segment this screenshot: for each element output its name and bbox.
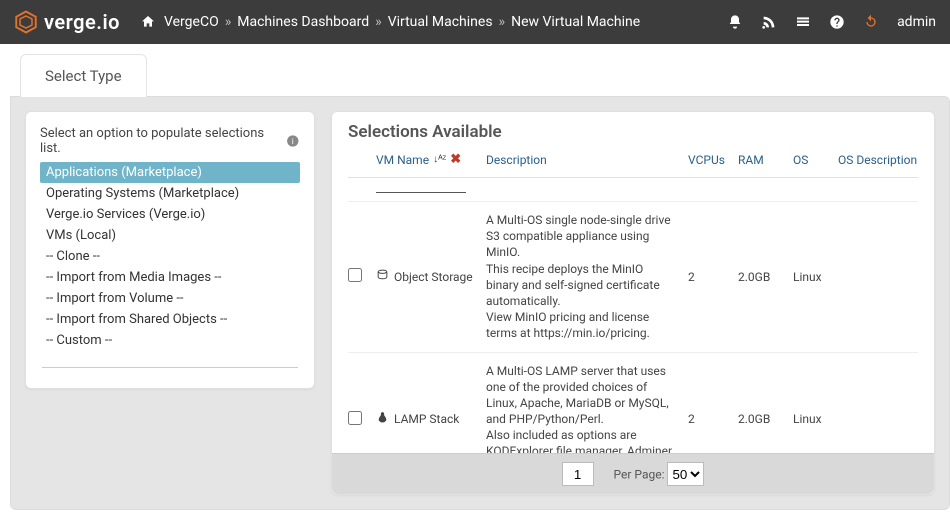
row-os: Linux bbox=[793, 270, 838, 284]
per-page-label: Per Page: bbox=[614, 468, 665, 482]
user-menu[interactable]: admin bbox=[897, 14, 936, 30]
type-option-list: Applications (Marketplace)Operating Syst… bbox=[40, 162, 300, 351]
info-icon[interactable]: i bbox=[286, 134, 300, 148]
row-os: Linux bbox=[793, 412, 838, 426]
row-checkbox[interactable] bbox=[348, 268, 362, 282]
row-ram: 2.0GB bbox=[738, 412, 793, 426]
col-header-vcpus[interactable]: VCPUs bbox=[688, 153, 738, 167]
row-vcpus: 2 bbox=[688, 412, 738, 426]
pager: Per Page: 50 bbox=[332, 453, 934, 494]
breadcrumb-sep: » bbox=[375, 14, 382, 30]
per-page-select[interactable]: 50 bbox=[667, 462, 704, 486]
search-underline bbox=[376, 192, 466, 193]
svg-text:i: i bbox=[292, 137, 294, 146]
top-bar: verge.io VergeCO » Machines Dashboard » … bbox=[0, 0, 950, 44]
type-list-prompt: Select an option to populate selections … bbox=[40, 126, 300, 156]
col-header-os[interactable]: OS bbox=[793, 153, 838, 167]
row-description: A Multi-OS LAMP server that uses one of … bbox=[486, 363, 688, 454]
bell-icon[interactable] bbox=[727, 14, 743, 30]
type-option[interactable]: -- Custom -- bbox=[40, 330, 300, 351]
sort-icon[interactable]: ↓ᴬᶻ bbox=[433, 154, 446, 165]
list-icon[interactable] bbox=[795, 14, 811, 30]
breadcrumb-item[interactable]: Virtual Machines bbox=[388, 14, 493, 30]
col-header-vmname-label: VM Name bbox=[376, 153, 429, 167]
brand[interactable]: verge.io bbox=[14, 10, 120, 34]
divider bbox=[42, 367, 298, 368]
table-body: Object Storage A Multi-OS single node-sin… bbox=[348, 201, 918, 453]
type-option[interactable]: Operating Systems (Marketplace) bbox=[40, 183, 300, 204]
rss-icon[interactable] bbox=[761, 14, 777, 30]
page-number-input[interactable] bbox=[562, 462, 594, 486]
brand-name: verge.io bbox=[44, 10, 120, 34]
refresh-icon[interactable] bbox=[863, 14, 879, 30]
clear-sort-icon[interactable]: ✖ bbox=[450, 152, 461, 167]
breadcrumb-sep: » bbox=[225, 14, 232, 30]
table-header: VM Name ↓ᴬᶻ ✖ Description VCPUs RAM OS O… bbox=[348, 146, 918, 178]
breadcrumb-item[interactable]: VergeCO bbox=[164, 14, 219, 30]
col-header-osdesc[interactable]: OS Description bbox=[838, 153, 918, 167]
row-description: A Multi-OS single node-single drive S3 c… bbox=[486, 212, 688, 342]
type-list-card: Select an option to populate selections … bbox=[25, 111, 315, 389]
table-row[interactable]: LAMP Stack A Multi-OS LAMP server that us… bbox=[348, 352, 918, 454]
tab-select-type[interactable]: Select Type bbox=[20, 54, 147, 97]
linux-icon bbox=[376, 411, 389, 427]
topbar-right: admin bbox=[727, 14, 936, 30]
type-option[interactable]: Applications (Marketplace) bbox=[40, 162, 300, 183]
breadcrumb-sep: » bbox=[499, 14, 506, 30]
row-ram: 2.0GB bbox=[738, 270, 793, 284]
tabs-row: Select Type bbox=[10, 54, 950, 97]
page-body: Select Type Select an option to populate… bbox=[0, 44, 950, 520]
col-header-ram[interactable]: RAM bbox=[738, 153, 793, 167]
storage-icon bbox=[376, 269, 389, 285]
breadcrumb-item[interactable]: New Virtual Machine bbox=[511, 14, 640, 30]
help-icon[interactable] bbox=[829, 14, 845, 30]
row-vcpus: 2 bbox=[688, 270, 738, 284]
col-header-vmname[interactable]: VM Name ↓ᴬᶻ ✖ bbox=[376, 152, 486, 167]
brand-logo-icon bbox=[14, 10, 38, 34]
type-option[interactable]: -- Import from Media Images -- bbox=[40, 267, 300, 288]
type-option[interactable]: Verge.io Services (Verge.io) bbox=[40, 204, 300, 225]
type-option[interactable]: -- Import from Volume -- bbox=[40, 288, 300, 309]
breadcrumb: VergeCO » Machines Dashboard » Virtual M… bbox=[164, 14, 640, 30]
table-row[interactable]: Object Storage A Multi-OS single node-sin… bbox=[348, 201, 918, 352]
type-option[interactable]: -- Import from Shared Objects -- bbox=[40, 309, 300, 330]
type-option[interactable]: VMs (Local) bbox=[40, 225, 300, 246]
home-icon[interactable] bbox=[140, 14, 156, 30]
selections-card: Selections Available VM Name ↓ᴬᶻ ✖ Descr… bbox=[331, 111, 935, 495]
breadcrumb-item[interactable]: Machines Dashboard bbox=[237, 14, 369, 30]
row-name: Object Storage bbox=[394, 270, 473, 284]
row-checkbox[interactable] bbox=[348, 411, 362, 425]
type-list-prompt-text: Select an option to populate selections … bbox=[40, 126, 280, 156]
selections-title: Selections Available bbox=[348, 122, 918, 142]
type-option[interactable]: -- Clone -- bbox=[40, 246, 300, 267]
row-name: LAMP Stack bbox=[394, 412, 459, 426]
main-area: Select an option to populate selections … bbox=[10, 96, 950, 510]
col-header-description[interactable]: Description bbox=[486, 153, 688, 167]
